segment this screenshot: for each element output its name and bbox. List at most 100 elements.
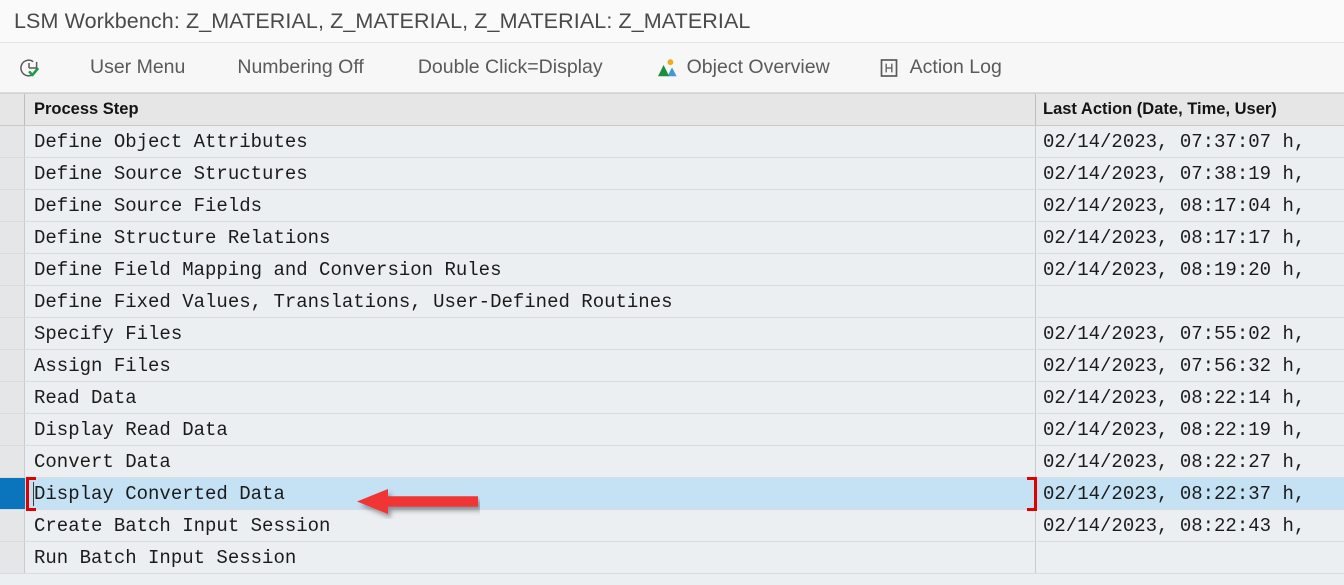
cell-last-action[interactable]: 02/14/2023, 07:56:32 h, [1036, 350, 1344, 381]
cell-last-action-text: 02/14/2023, 08:22:14 h, [1043, 386, 1306, 409]
row-selector-gutter[interactable] [0, 478, 25, 509]
table-row[interactable]: Define Structure Relations 02/14/2023, 08… [0, 222, 1344, 254]
cell-process-step[interactable]: Define Fixed Values, Translations, User-… [25, 286, 1036, 317]
row-selector-gutter[interactable] [0, 414, 25, 445]
cell-last-action-text: 02/14/2023, 08:17:04 h, [1043, 194, 1306, 217]
cell-process-step-text: Read Data [34, 386, 137, 409]
toolbar-numbering-off-button[interactable]: Numbering Off [229, 43, 363, 92]
toolbar-action-log-button[interactable]: Action Log [876, 43, 1002, 92]
window-titlebar: LSM Workbench: Z_MATERIAL, Z_MATERIAL, Z… [0, 0, 1344, 42]
cell-process-step[interactable]: Convert Data [25, 446, 1036, 477]
row-selector-gutter[interactable] [0, 382, 25, 413]
clock-check-icon [16, 55, 42, 81]
cell-process-step-text: Define Source Structures [34, 162, 308, 185]
column-header-last-action[interactable]: Last Action (Date, Time, User) [1036, 94, 1344, 125]
cell-process-step[interactable]: Define Object Attributes [25, 126, 1036, 157]
cell-last-action[interactable]: 02/14/2023, 08:22:43 h, [1036, 510, 1344, 541]
cell-last-action[interactable]: 02/14/2023, 08:22:27 h, [1036, 446, 1344, 477]
cell-last-action-text: 02/14/2023, 07:55:02 h, [1043, 322, 1306, 345]
cell-process-step[interactable]: Display Read Data [25, 414, 1036, 445]
cell-last-action[interactable]: 02/14/2023, 08:19:20 h, [1036, 254, 1344, 285]
toolbar-double-click-display-button[interactable]: Double Click=Display [410, 43, 603, 92]
grid-header-gutter [0, 94, 25, 125]
table-row[interactable]: Read Data 02/14/2023, 08:22:14 h, [0, 382, 1344, 414]
row-selector-gutter[interactable] [0, 350, 25, 381]
row-selector-gutter[interactable] [0, 286, 25, 317]
cell-process-step[interactable]: Define Source Structures [25, 158, 1036, 189]
toolbar-object-overview-button[interactable]: Object Overview [653, 43, 830, 92]
cell-process-step[interactable]: Define Field Mapping and Conversion Rule… [25, 254, 1036, 285]
cell-last-action-text: 02/14/2023, 07:56:32 h, [1043, 354, 1306, 377]
cell-last-action-text: 02/14/2023, 08:22:27 h, [1043, 450, 1306, 473]
row-selector-gutter[interactable] [0, 158, 25, 189]
row-selector-gutter[interactable] [0, 222, 25, 253]
table-row[interactable]: Define Source Structures 02/14/2023, 07:3… [0, 158, 1344, 190]
column-header-process-step-label: Process Step [34, 100, 139, 118]
cell-last-action[interactable]: 02/14/2023, 08:22:19 h, [1036, 414, 1344, 445]
row-selector-gutter[interactable] [0, 542, 25, 573]
table-row[interactable]: Create Batch Input Session 02/14/2023, 08… [0, 510, 1344, 542]
cell-last-action-text: 02/14/2023, 07:37:07 h, [1043, 130, 1306, 153]
cell-process-step[interactable]: Create Batch Input Session [25, 510, 1036, 541]
image-overview-icon [653, 55, 679, 81]
cell-process-step[interactable]: Read Data [25, 382, 1036, 413]
table-row[interactable]: Run Batch Input Session [0, 542, 1344, 574]
cell-last-action[interactable]: 02/14/2023, 08:17:04 h, [1036, 190, 1344, 221]
cell-last-action[interactable] [1036, 286, 1344, 317]
cell-process-step[interactable]: Display Converted Data [25, 478, 1036, 509]
table-row[interactable]: Specify Files 02/14/2023, 07:55:02 h, [0, 318, 1344, 350]
toolbar-execute-button[interactable] [10, 43, 48, 92]
column-header-process-step[interactable]: Process Step [25, 94, 1036, 125]
cell-process-step[interactable]: Define Source Fields [25, 190, 1036, 221]
table-row[interactable]: Convert Data 02/14/2023, 08:22:27 h, [0, 446, 1344, 478]
cell-process-step-text: Display Converted Data [34, 482, 285, 505]
row-selector-gutter[interactable] [0, 126, 25, 157]
cell-last-action-text: 02/14/2023, 08:22:43 h, [1043, 514, 1306, 537]
cell-last-action-text: 02/14/2023, 08:22:37 h, [1043, 482, 1306, 505]
cell-process-step-text: Display Read Data [34, 418, 228, 441]
row-selector-gutter[interactable] [0, 254, 25, 285]
cell-last-action[interactable]: 02/14/2023, 08:22:37 h, [1036, 478, 1344, 509]
cell-last-action[interactable] [1036, 542, 1344, 573]
table-row[interactable]: Define Object Attributes 02/14/2023, 07:3… [0, 126, 1344, 158]
text-caret [33, 482, 34, 506]
cell-process-step-text: Define Object Attributes [34, 130, 308, 153]
table-row[interactable]: Define Field Mapping and Conversion Rule… [0, 254, 1344, 286]
row-selector-gutter[interactable] [0, 510, 25, 541]
cell-last-action[interactable]: 02/14/2023, 07:38:19 h, [1036, 158, 1344, 189]
table-row[interactable]: Display Read Data 02/14/2023, 08:22:19 h, [0, 414, 1344, 446]
table-row[interactable]: Define Fixed Values, Translations, User-… [0, 286, 1344, 318]
grid-body: Define Object Attributes 02/14/2023, 07:3… [0, 126, 1344, 574]
page-title: LSM Workbench: Z_MATERIAL, Z_MATERIAL, Z… [14, 8, 751, 33]
cell-process-step-text: Define Fixed Values, Translations, User-… [34, 290, 673, 313]
row-selector-gutter[interactable] [0, 318, 25, 349]
toolbar-user-menu-button[interactable]: User Menu [82, 43, 185, 92]
toolbar-object-overview-label: Object Overview [686, 56, 830, 78]
cell-process-step-text: Convert Data [34, 450, 171, 473]
grid-header-row: Process Step Last Action (Date, Time, Us… [0, 94, 1344, 126]
table-row[interactable]: Display Converted Data 02/14/2023, 08:22:… [0, 477, 1344, 511]
cell-last-action-text: 02/14/2023, 08:17:17 h, [1043, 226, 1306, 249]
cell-last-action[interactable]: 02/14/2023, 08:17:17 h, [1036, 222, 1344, 253]
column-header-last-action-label: Last Action (Date, Time, User) [1043, 100, 1277, 118]
cell-last-action-text: 02/14/2023, 08:19:20 h, [1043, 258, 1306, 281]
table-row[interactable]: Define Source Fields 02/14/2023, 08:17:04… [0, 190, 1344, 222]
table-row[interactable]: Assign Files 02/14/2023, 07:56:32 h, [0, 350, 1344, 382]
cell-last-action[interactable]: 02/14/2023, 08:22:14 h, [1036, 382, 1344, 413]
cell-process-step-text: Define Field Mapping and Conversion Rule… [34, 258, 502, 281]
main-toolbar: User Menu Numbering Off Double Click=Dis… [0, 42, 1344, 93]
cell-last-action[interactable]: 02/14/2023, 07:55:02 h, [1036, 318, 1344, 349]
row-selector-gutter[interactable] [0, 446, 25, 477]
cell-last-action-text: 02/14/2023, 07:38:19 h, [1043, 162, 1306, 185]
process-step-grid: Process Step Last Action (Date, Time, Us… [0, 93, 1344, 585]
cell-process-step[interactable]: Run Batch Input Session [25, 542, 1036, 573]
cell-process-step-text: Define Source Fields [34, 194, 263, 217]
cell-process-step[interactable]: Assign Files [25, 350, 1036, 381]
cell-process-step-text: Create Batch Input Session [34, 514, 331, 537]
cell-last-action[interactable]: 02/14/2023, 07:37:07 h, [1036, 126, 1344, 157]
toolbar-numbering-off-label: Numbering Off [237, 56, 364, 78]
cell-process-step[interactable]: Specify Files [25, 318, 1036, 349]
cell-process-step[interactable]: Define Structure Relations [25, 222, 1036, 253]
row-selector-gutter[interactable] [0, 190, 25, 221]
cell-last-action-text: 02/14/2023, 08:22:19 h, [1043, 418, 1306, 441]
